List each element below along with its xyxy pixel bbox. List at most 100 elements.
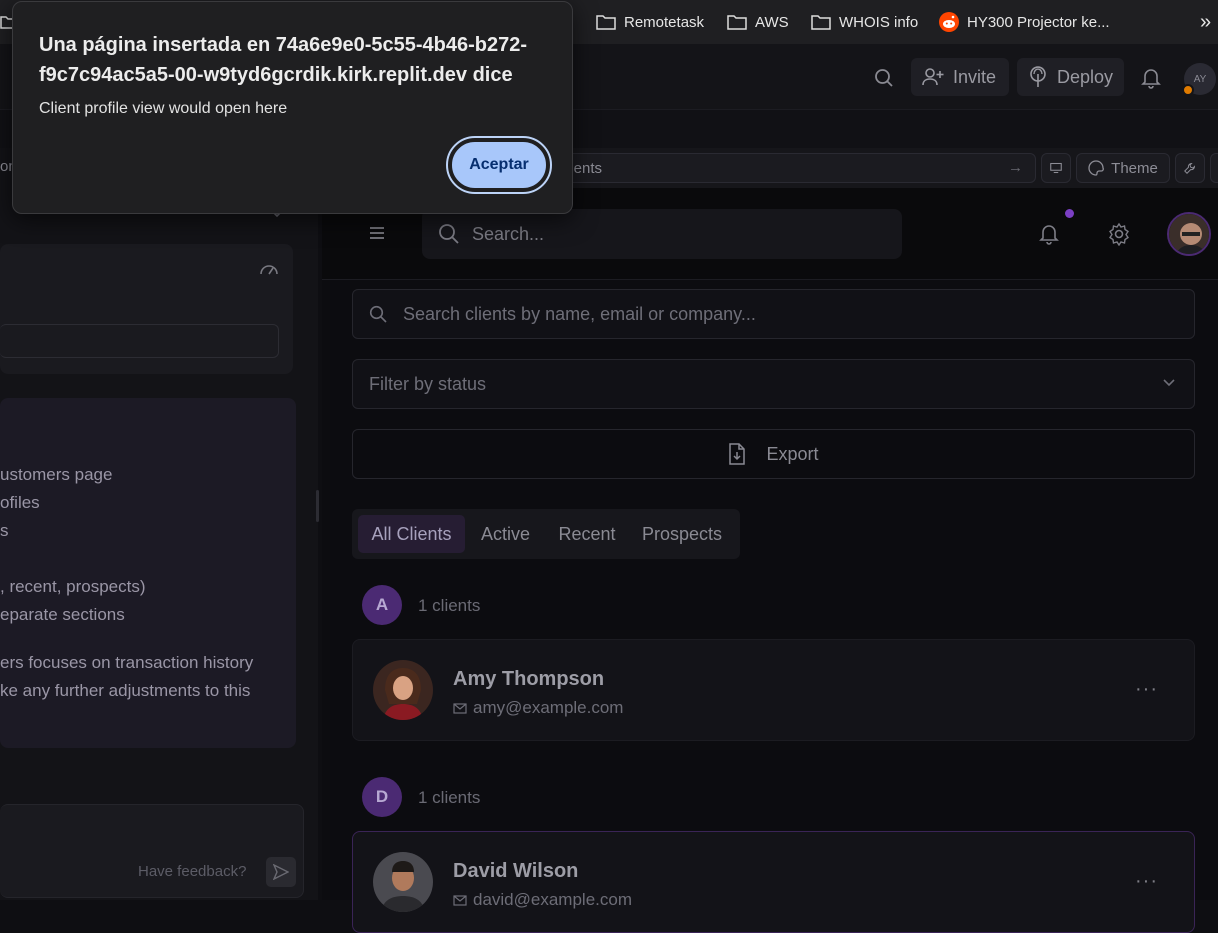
profile-avatar[interactable]	[1167, 212, 1211, 256]
group-count: 1 clients	[418, 788, 481, 807]
header-search-placeholder: Search...	[472, 223, 545, 244]
agent-line: ke any further adjustments to this	[0, 681, 251, 700]
file-download-icon	[729, 443, 746, 465]
bell-icon[interactable]	[1138, 65, 1164, 91]
arrow-right-icon[interactable]: →	[1008, 159, 1023, 176]
palette-icon	[1088, 160, 1105, 176]
dialog-message: Client profile view would open here	[39, 100, 288, 117]
agent-line: ustomers page	[0, 465, 113, 484]
client-card[interactable]: Amy Thompson amy@example.com ···	[352, 639, 1195, 741]
tab-label: Recent	[558, 523, 616, 544]
monitor-icon	[1050, 162, 1062, 174]
accept-button-label: Aceptar	[450, 140, 548, 190]
reddit-icon	[939, 12, 959, 32]
search-icon	[439, 224, 459, 244]
folder-icon	[596, 15, 616, 30]
agent-line: , recent, prospects)	[0, 577, 146, 596]
bookmarks-overflow-button[interactable]: »	[1200, 11, 1211, 33]
bookmark-hy300[interactable]: HY300 Projector ke...	[939, 11, 1110, 33]
theme-button[interactable]: Theme	[1076, 153, 1170, 183]
preview-url-field[interactable]: lients →	[548, 153, 1036, 183]
send-button[interactable]	[266, 857, 296, 887]
theme-label: Theme	[1111, 159, 1158, 177]
gear-icon[interactable]	[1107, 222, 1131, 251]
client-name: David Wilson	[453, 860, 579, 882]
search-icon[interactable]	[871, 65, 897, 91]
tab-label: Active	[480, 523, 531, 544]
tab-label: All Clients	[371, 523, 452, 544]
client-card[interactable]: David Wilson david@example.com ···	[352, 831, 1195, 933]
agent-progress-card	[0, 244, 293, 374]
group-count: 1 clients	[418, 596, 481, 615]
feedback-box[interactable]: Have feedback?	[0, 804, 304, 898]
invite-button[interactable]: Invite	[911, 58, 1009, 96]
header-search-input[interactable]: Search...	[422, 209, 902, 259]
devtools-button[interactable]	[1175, 153, 1205, 183]
client-email-row: amy@example.com	[453, 698, 623, 718]
pane-resize-handle[interactable]	[316, 490, 319, 522]
client-avatar	[373, 660, 433, 720]
bookmark-aws[interactable]: AWS	[727, 11, 789, 33]
agent-line: s	[0, 521, 9, 540]
bookmark-remotetask[interactable]: Remotetask	[596, 11, 704, 33]
feedback-placeholder: Have feedback?	[138, 863, 247, 880]
client-more-button[interactable]: ···	[1135, 870, 1158, 893]
agent-line: ofiles	[0, 493, 40, 512]
invite-label: Invite	[953, 66, 997, 87]
client-search-input[interactable]: Search clients by name, email or company…	[352, 289, 1195, 339]
menu-icon[interactable]	[368, 225, 386, 246]
client-email-row: david@example.com	[453, 890, 632, 910]
agent-input[interactable]	[0, 324, 279, 358]
add-user-icon	[922, 68, 944, 86]
avatar-initials: AY	[1193, 73, 1207, 85]
client-avatar	[373, 852, 433, 912]
client-more-button[interactable]: ···	[1135, 678, 1158, 701]
client-email: david@example.com	[473, 890, 632, 909]
avatar-status-dot	[1182, 84, 1194, 96]
agent-line: eparate sections	[0, 605, 125, 624]
bell-icon[interactable]	[1038, 222, 1060, 251]
deploy-button[interactable]: Deploy	[1017, 58, 1124, 96]
deploy-icon	[1030, 66, 1046, 87]
notification-dot	[1065, 209, 1074, 218]
agent-message-card: ustomers page ofiles s , recent, prospec…	[0, 398, 296, 748]
bookmark-label: AWS	[755, 13, 789, 31]
bookmark-label: HY300 Projector ke...	[967, 13, 1110, 31]
search-icon	[369, 305, 387, 323]
tab-active[interactable]: Active	[471, 515, 540, 553]
bookmark-label: Remotetask	[624, 13, 705, 31]
group-letter-badge: A	[362, 585, 402, 625]
chevron-down-icon	[1163, 379, 1175, 387]
more-preview-button[interactable]	[1210, 153, 1218, 183]
tab-prospects[interactable]: Prospects	[634, 515, 730, 553]
folder-icon	[727, 15, 747, 30]
dialog-title: Una página insertada en 74a6e9e0-5c55-4b…	[39, 34, 528, 86]
agent-pane: on ustomers page ofiles s , recent, pros…	[0, 148, 318, 900]
mail-icon	[453, 894, 467, 906]
export-button[interactable]: Export	[352, 429, 1195, 479]
client-tabs: All Clients Active Recent Prospects	[352, 509, 740, 559]
group-letter-badge: D	[362, 777, 402, 817]
alert-dialog: Una página insertada en 74a6e9e0-5c55-4b…	[12, 1, 573, 214]
bookmark-whois[interactable]: WHOIS info	[811, 11, 918, 33]
status-filter-select[interactable]: Filter by status	[352, 359, 1195, 409]
client-search-placeholder: Search clients by name, email or company…	[403, 303, 756, 324]
accept-button[interactable]: Aceptar	[446, 136, 552, 194]
gauge-icon	[259, 260, 279, 281]
mail-icon	[453, 702, 467, 714]
status-filter-placeholder: Filter by status	[369, 373, 487, 394]
client-email: amy@example.com	[473, 698, 624, 717]
export-label: Export	[766, 443, 819, 464]
deploy-label: Deploy	[1056, 66, 1113, 87]
client-name: Amy Thompson	[453, 668, 605, 690]
send-icon	[273, 864, 289, 880]
device-toggle-button[interactable]	[1041, 153, 1071, 183]
wrench-icon	[1184, 163, 1195, 174]
bookmark-label: WHOIS info	[839, 13, 919, 31]
agent-line: ers focuses on transaction history	[0, 653, 254, 672]
folder-icon	[811, 15, 831, 30]
chevron-double-right-icon: »	[1200, 10, 1212, 33]
tab-recent[interactable]: Recent	[550, 515, 624, 553]
tab-all-clients[interactable]: All Clients	[358, 515, 465, 553]
tab-label: Prospects	[641, 523, 723, 544]
